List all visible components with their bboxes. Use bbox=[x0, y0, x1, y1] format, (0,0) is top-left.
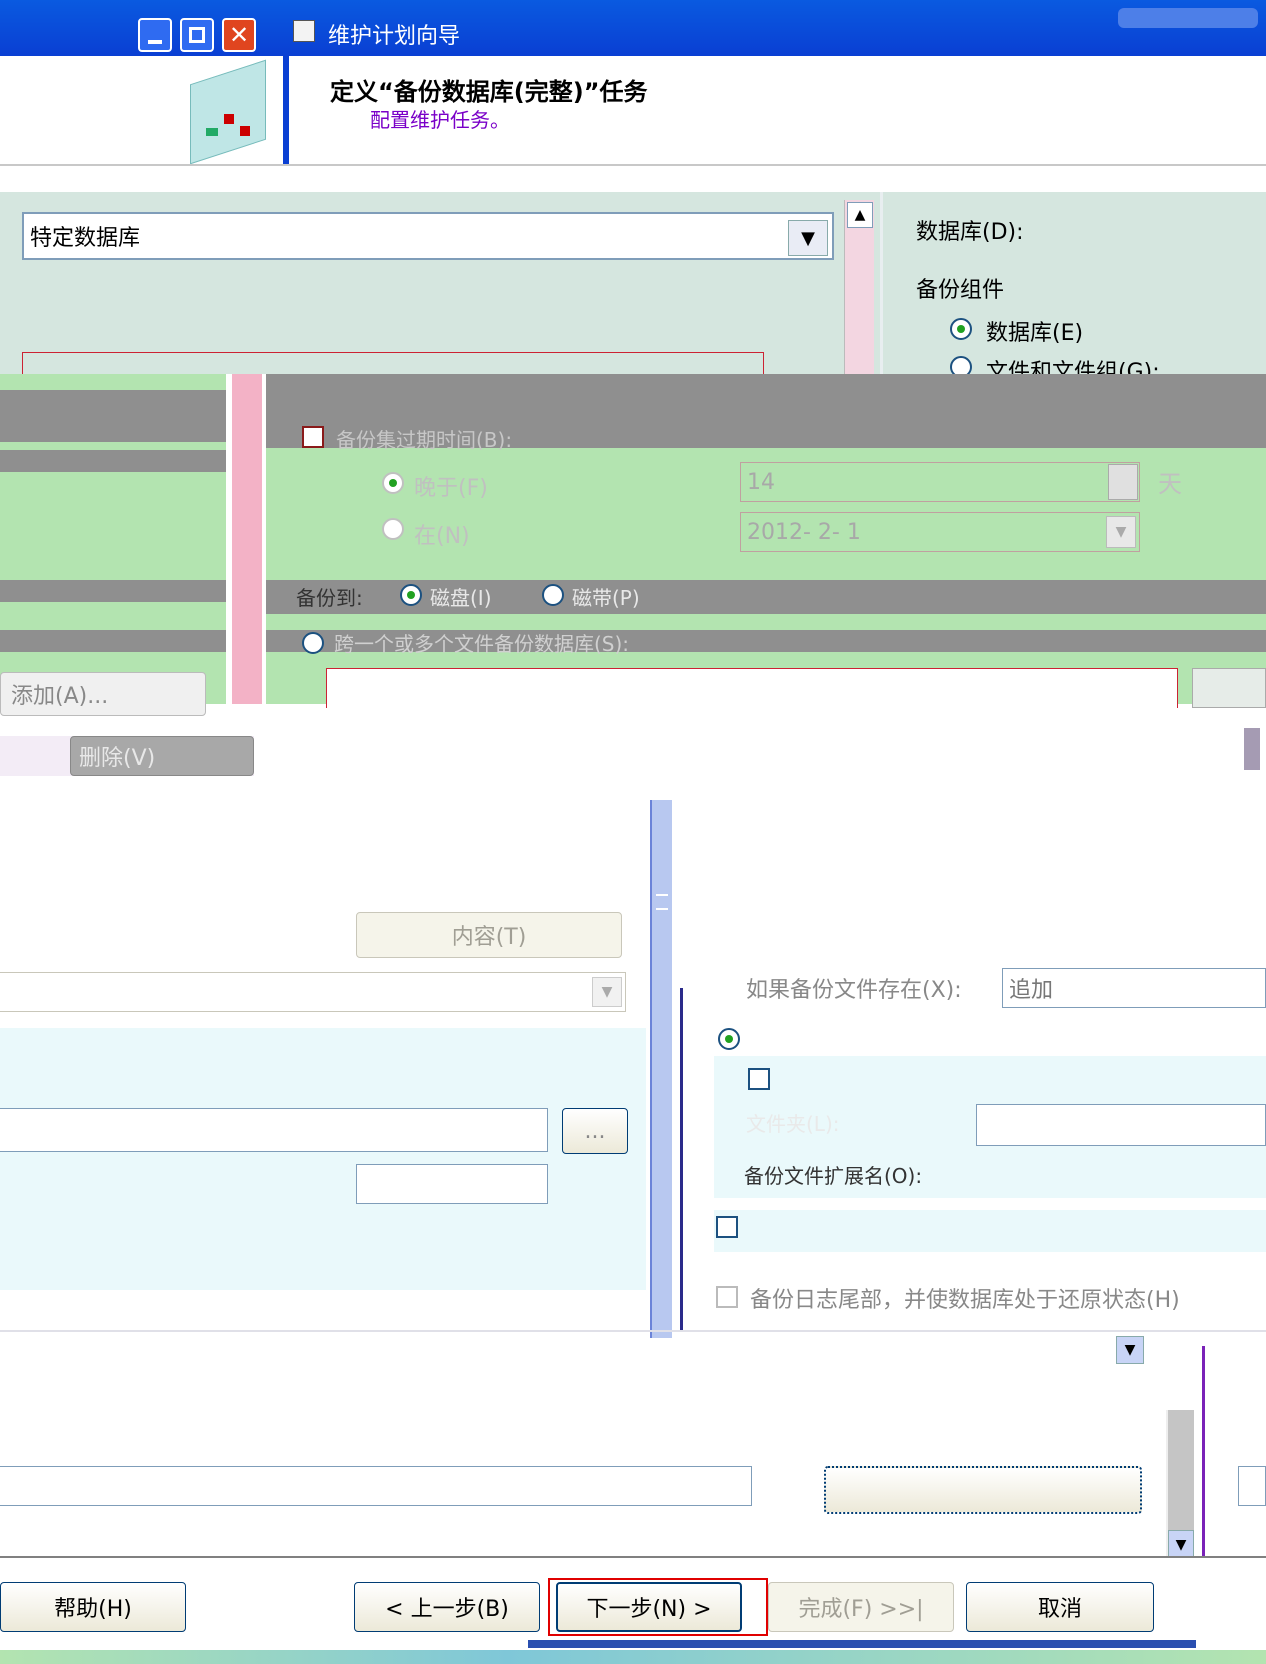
extension-input[interactable] bbox=[356, 1164, 548, 1204]
after-days-value: 14 bbox=[747, 469, 775, 495]
add-button-label: 添加(A)... bbox=[11, 684, 109, 709]
database-radio[interactable] bbox=[950, 318, 972, 340]
remove-button-label: 删除(V) bbox=[79, 746, 156, 771]
date-value: 2012- 2- 1 bbox=[747, 519, 861, 545]
change-schedule-button[interactable] bbox=[824, 1466, 1142, 1514]
folder-browse-label: ... bbox=[584, 1118, 606, 1144]
disk-radio[interactable] bbox=[400, 584, 422, 606]
help-button[interactable]: 帮助(H) bbox=[0, 1582, 186, 1632]
on-date-label: 在(N) bbox=[414, 524, 470, 549]
database-select-value: 特定数据库 bbox=[30, 226, 141, 251]
after-days-input[interactable]: 14 bbox=[740, 462, 1140, 502]
right-folder-input[interactable] bbox=[976, 1104, 1266, 1146]
app-icon bbox=[293, 20, 315, 42]
if-exists-label: 如果备份文件存在(X): bbox=[746, 978, 962, 1003]
cancel-button-label: 取消 bbox=[1037, 1597, 1082, 1622]
database-label: 数据库(D): bbox=[916, 220, 1024, 245]
across-files-label: 跨一个或多个文件备份数据库(S): bbox=[334, 632, 630, 656]
minimize-icon[interactable] bbox=[138, 18, 172, 52]
scroll-grip-icon bbox=[656, 894, 668, 910]
on-date-radio[interactable] bbox=[382, 518, 404, 540]
small-right-marker bbox=[1244, 728, 1260, 770]
lower-purple-line bbox=[680, 988, 683, 1332]
contents-button-label: 内容(T) bbox=[451, 925, 527, 950]
left-stripe-4 bbox=[0, 630, 226, 652]
expire-label: 备份集过期时间(B): bbox=[336, 428, 513, 452]
tail-log-checkbox[interactable] bbox=[716, 1286, 738, 1308]
tape-label: 磁带(P) bbox=[572, 586, 640, 610]
window-title: 维护计划向导 bbox=[328, 24, 461, 49]
remove-button[interactable]: 删除(V) bbox=[70, 736, 254, 776]
days-spinner-icon[interactable] bbox=[1108, 464, 1138, 500]
close-icon[interactable]: ✕ bbox=[222, 18, 256, 52]
next-button[interactable]: 下一步(N) > bbox=[556, 1582, 742, 1632]
tape-radio[interactable] bbox=[542, 584, 564, 606]
page-subtitle: 配置维护任务。 bbox=[370, 108, 510, 132]
add-button[interactable]: 添加(A)... bbox=[0, 672, 206, 716]
bottom-right-box bbox=[1238, 1466, 1266, 1506]
footer-blue-bar bbox=[528, 1640, 1196, 1648]
files-listbox[interactable] bbox=[326, 668, 1178, 708]
header-bottom-line bbox=[0, 164, 1266, 166]
lower-bottom-line bbox=[0, 1330, 1266, 1332]
verify-row-band bbox=[714, 1210, 1266, 1252]
titlebar-right-buttons bbox=[1118, 8, 1258, 28]
folder-browse-button[interactable]: ... bbox=[562, 1108, 628, 1154]
pink-divider bbox=[232, 374, 262, 704]
back-button[interactable]: < 上一步(B) bbox=[354, 1582, 540, 1632]
cancel-button[interactable]: 取消 bbox=[966, 1582, 1154, 1632]
verify-checkbox[interactable] bbox=[716, 1216, 738, 1238]
chevron-down-icon[interactable]: ▼ bbox=[592, 977, 622, 1007]
page-title: 定义“备份数据库(完整)”任务 bbox=[330, 78, 648, 106]
after-label: 晚于(F) bbox=[414, 476, 488, 501]
lower-left-dropdown[interactable]: ▼ bbox=[0, 972, 626, 1012]
scroll-up-icon[interactable]: ▲ bbox=[847, 202, 873, 228]
date-dropdown-icon[interactable]: ▼ bbox=[1106, 516, 1136, 548]
after-radio[interactable] bbox=[382, 472, 404, 494]
lower-chevron-icon[interactable]: ▼ bbox=[1116, 1336, 1144, 1364]
bottom-right-scrollbar[interactable]: ▼ bbox=[1166, 1410, 1194, 1566]
header-divider bbox=[283, 56, 289, 166]
folder-input[interactable] bbox=[0, 1108, 548, 1152]
wizard-image bbox=[170, 59, 270, 165]
left-stripe-1 bbox=[0, 390, 226, 442]
backup-file-radio[interactable] bbox=[718, 1028, 740, 1050]
left-stripe-3 bbox=[0, 580, 226, 602]
lower-left-blue-area bbox=[0, 1028, 646, 1290]
finish-button[interactable]: 完成(F) >>| bbox=[768, 1582, 954, 1632]
database-select[interactable]: 特定数据库 bbox=[22, 212, 834, 260]
backup-to-label: 备份到: bbox=[296, 586, 363, 610]
top-scrollbar[interactable]: ▲ bbox=[844, 200, 874, 374]
contents-button[interactable]: 内容(T) bbox=[356, 912, 622, 958]
subdir-checkbox[interactable] bbox=[748, 1068, 770, 1090]
finish-button-label: 完成(F) >>| bbox=[798, 1597, 924, 1622]
tail-log-label: 备份日志尾部，并使数据库处于还原状态(H) bbox=[750, 1288, 1180, 1313]
listbox-side-button[interactable] bbox=[1192, 668, 1266, 708]
next-button-label: 下一步(N) > bbox=[586, 1597, 712, 1622]
extension-label: 备份文件扩展名(O): bbox=[744, 1164, 923, 1188]
backup-component-label: 备份组件 bbox=[916, 278, 1005, 303]
if-exists-select[interactable]: 追加 bbox=[1002, 968, 1266, 1008]
across-files-radio[interactable] bbox=[302, 632, 324, 654]
database-radio-label: 数据库(E) bbox=[986, 321, 1084, 346]
help-button-label: 帮助(H) bbox=[54, 1597, 132, 1622]
lower-vertical-scroll[interactable] bbox=[650, 800, 672, 1338]
if-exists-value: 追加 bbox=[1009, 978, 1054, 1003]
window-controls: ✕ bbox=[138, 18, 258, 52]
date-input[interactable]: 2012- 2- 1 bbox=[740, 512, 1140, 552]
disk-label: 磁盘(I) bbox=[430, 586, 492, 610]
schedule-input[interactable] bbox=[0, 1466, 752, 1506]
footer-status-strip bbox=[0, 1650, 1266, 1664]
maximize-icon[interactable] bbox=[180, 18, 214, 52]
back-button-label: < 上一步(B) bbox=[385, 1597, 509, 1622]
expire-checkbox[interactable] bbox=[302, 426, 324, 448]
top-inner-box bbox=[22, 352, 764, 374]
folder-label: 文件夹(L): bbox=[746, 1112, 840, 1136]
days-unit-label: 天 bbox=[1158, 470, 1182, 498]
dropdown-arrow-icon[interactable]: ▼ bbox=[788, 220, 828, 256]
left-stripe-2 bbox=[0, 450, 226, 472]
